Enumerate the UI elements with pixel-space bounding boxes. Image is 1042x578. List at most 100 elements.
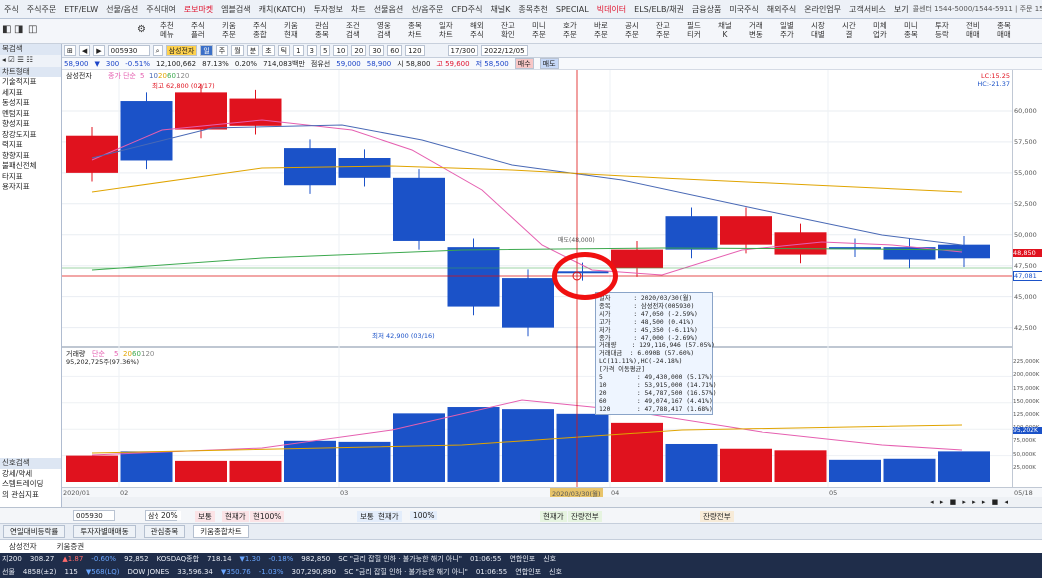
sub-tab[interactable]: 키움증권 <box>51 541 91 552</box>
chart-area[interactable]: 삼성전자 종가 단순 5 10 20 60 120최고 62,800 (02/17)최저 4… <box>62 70 1012 487</box>
minute-button[interactable]: 10 <box>333 45 349 56</box>
toolbar-button[interactable]: 주식 종합 <box>253 21 267 39</box>
menu-item[interactable]: 캐치(KATCH) <box>255 4 310 15</box>
toolbar-button[interactable]: 호가 주문 <box>563 21 577 39</box>
indicator-item[interactable]: 동성지표 <box>0 98 61 109</box>
split-icon[interactable]: ◨ <box>14 25 23 35</box>
menu-item[interactable]: 금융상품 <box>688 4 725 15</box>
window-tab[interactable]: 투자자별매매동 <box>73 525 136 538</box>
menu-item[interactable]: 주식주문 <box>23 4 60 15</box>
toolbar-button[interactable]: 필드 티커 <box>687 21 701 39</box>
minute-button[interactable]: 5 <box>320 45 331 56</box>
indicator-item[interactable]: 세지표 <box>0 88 61 99</box>
buy-button[interactable]: 매수 <box>514 58 534 69</box>
period-button[interactable]: 분 <box>246 45 260 56</box>
order-tag[interactable]: 현재가 <box>540 511 567 522</box>
indicator-item[interactable]: 력지표 <box>0 140 61 151</box>
window-tab[interactable]: 키움종합차트 <box>193 525 249 538</box>
panel-bottom-item[interactable]: 신호검색 <box>0 458 61 469</box>
toolbar-button[interactable]: 키움 현재 <box>284 21 298 39</box>
menu-item[interactable]: 차트 <box>347 4 370 15</box>
toolbar-button[interactable]: 관심 종목 <box>315 21 329 39</box>
toolbar-button[interactable]: 일별 주가 <box>780 21 794 39</box>
menu-item[interactable]: 고객서비스 <box>845 4 890 15</box>
toolbar-button[interactable]: 공시 주문 <box>625 21 639 39</box>
menu-item[interactable]: 선/옵주문 <box>407 4 447 15</box>
toolbar-button[interactable]: 바로 주문 <box>594 21 608 39</box>
menu-item[interactable]: 선물옵션 <box>370 4 407 15</box>
sub-tab[interactable]: 삼성전자 <box>3 541 43 552</box>
toolbar-button[interactable]: 미니 주문 <box>532 21 546 39</box>
grid-icon[interactable]: ⊞ <box>64 45 76 56</box>
stock-code-input[interactable]: 005930 <box>107 45 150 56</box>
panel-icon[interactable]: ◧ <box>2 25 11 35</box>
minute-button[interactable]: 60 <box>387 45 403 56</box>
period-button[interactable]: 초 <box>262 45 275 56</box>
prev-icon[interactable]: ◀ <box>78 45 91 56</box>
panel-bottom-item[interactable]: 강세/약세 <box>0 469 61 480</box>
period-button[interactable]: 일 <box>200 45 213 56</box>
toolbar-button[interactable]: 투자 등락 <box>935 21 949 39</box>
toolbar-button[interactable]: 종목 차트 <box>408 21 422 39</box>
order-tag[interactable]: 현100% <box>250 511 285 522</box>
toolbar-button[interactable]: 시장 대별 <box>811 21 825 39</box>
order-tag[interactable]: 현재가 <box>222 511 249 522</box>
order-code[interactable]: 005930 <box>73 510 115 521</box>
period-button[interactable]: 틱 <box>277 45 291 56</box>
menu-item[interactable]: 주식 <box>0 4 23 15</box>
minute-button[interactable]: 120 <box>405 45 425 56</box>
menu-item[interactable]: 주식대여 <box>142 4 179 15</box>
menu-item[interactable]: 종목추천 <box>514 4 551 15</box>
indicator-item[interactable]: 장강도지표 <box>0 130 61 141</box>
search-icon[interactable]: ⌕ <box>152 45 163 56</box>
minute-button[interactable]: 20 <box>351 45 367 56</box>
menu-item[interactable]: 엠블검색 <box>217 4 254 15</box>
toolbar-button[interactable]: 주식 플러 <box>191 21 205 39</box>
order-tag[interactable]: 현재가 <box>375 511 402 522</box>
toolbar-button[interactable]: 채널 K <box>718 21 732 39</box>
toolbar-button[interactable]: 해외 주식 <box>470 21 484 39</box>
scroll-buttons[interactable]: ◂ ▸ ■ ▸ ▸ ▸ ■ ◂ <box>930 498 1010 506</box>
window-tab[interactable]: 연일대비등락률 <box>3 525 66 538</box>
indicator-item[interactable]: 불패신전체 <box>0 161 61 172</box>
minute-button[interactable]: 3 <box>306 45 317 56</box>
toolbar-button[interactable]: 잔고 확인 <box>501 21 515 39</box>
indicator-item[interactable]: 향향지표 <box>0 151 61 162</box>
indicator-item[interactable]: 기술적지표 <box>0 77 61 88</box>
order-tag[interactable]: 보통 <box>357 511 377 522</box>
toolbar-button[interactable]: 추천 메뉴 <box>160 21 174 39</box>
panel-bottom-item[interactable]: 의 관심지표 <box>0 490 61 501</box>
menu-item[interactable]: CFD주식 <box>447 4 486 15</box>
menu-item[interactable]: 보기 <box>890 4 913 15</box>
toolbar-button[interactable]: 거래 변동 <box>749 21 763 39</box>
toolbar-button[interactable]: 종목 매매 <box>997 21 1011 39</box>
next-icon[interactable]: ▶ <box>93 45 105 56</box>
menu-item[interactable]: 선물/옵션 <box>102 4 142 15</box>
order-tag[interactable]: 잔량전부 <box>700 511 734 522</box>
date-field[interactable]: 2022/12/05 <box>481 45 528 56</box>
toolbar-button[interactable]: 키움 주문 <box>222 21 236 39</box>
toolbar-button[interactable]: 미니 종목 <box>904 21 918 39</box>
window-tab[interactable]: 관심종목 <box>143 525 186 538</box>
indicator-item[interactable]: 멘텀지표 <box>0 109 61 120</box>
toolbar-button[interactable]: 영웅 검색 <box>377 21 391 39</box>
indicator-item[interactable]: 타지표 <box>0 172 61 183</box>
menu-item[interactable]: ETF/ELW <box>60 5 102 14</box>
panel-bottom-item[interactable]: 스템트레이딩 <box>0 479 61 490</box>
menu-item[interactable]: 투자정보 <box>310 4 347 15</box>
minute-button[interactable]: 30 <box>369 45 385 56</box>
toolbar-button[interactable]: 일자 차트 <box>439 21 453 39</box>
period-button[interactable]: 주 <box>215 45 229 56</box>
layout-icon[interactable]: ◫ <box>28 25 37 35</box>
toolbar-button[interactable]: 미체 업카 <box>873 21 887 39</box>
order-tag[interactable]: 잔량전부 <box>568 511 602 522</box>
panel-search-row[interactable]: ◂ ☑ ☰ ☷ <box>0 54 61 67</box>
order-tag[interactable]: 100% <box>410 511 438 520</box>
menu-item[interactable]: 온라인업무 <box>800 4 845 15</box>
menu-item[interactable]: ELS/ELB/채권 <box>630 4 688 15</box>
indicator-item[interactable]: 용자지표 <box>0 182 61 193</box>
order-tag[interactable]: 20% <box>158 511 181 520</box>
menu-item[interactable]: SPECIAL <box>552 5 593 14</box>
chart-type-header[interactable]: 차트형태 <box>0 66 61 77</box>
menu-item[interactable]: 채널K <box>486 4 514 15</box>
